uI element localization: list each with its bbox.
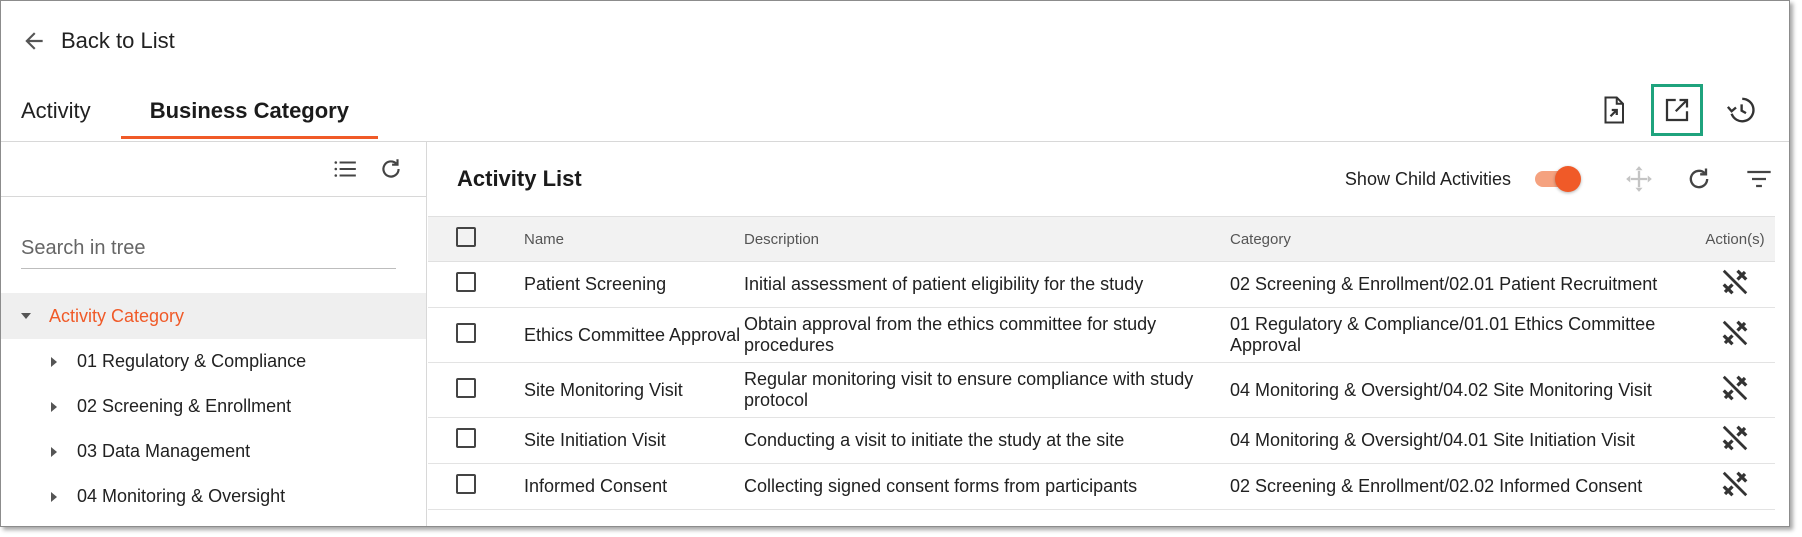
open-external-button[interactable] (1651, 84, 1703, 136)
unlink-icon[interactable] (1720, 423, 1750, 453)
refresh-list-button[interactable] (1669, 154, 1729, 204)
top-actions (1587, 84, 1767, 136)
open-external-icon (1665, 98, 1689, 122)
tree-item-label: 04 Monitoring & Oversight (77, 486, 286, 506)
cell-category: 04 Monitoring & Oversight/04.01 Site Ini… (1230, 430, 1635, 450)
caret-right-icon[interactable] (47, 400, 61, 414)
row-checkbox[interactable] (456, 474, 476, 494)
cell-description: Initial assessment of patient eligibilit… (744, 274, 1144, 294)
arrow-left-icon (25, 32, 43, 50)
cell-name: Patient Screening (524, 274, 667, 294)
cell-name: Site Monitoring Visit (524, 379, 683, 400)
cell-name: Informed Consent (524, 476, 668, 496)
cell-category: 04 Monitoring & Oversight/04.02 Site Mon… (1230, 379, 1652, 400)
caret-right-icon[interactable] (47, 490, 61, 504)
unlink-icon[interactable] (1720, 318, 1750, 348)
table-header-row: Name Description Category Action(s) (428, 216, 1775, 262)
column-header-name[interactable]: Name (524, 217, 744, 262)
caret-right-icon[interactable] (47, 355, 61, 369)
app-window: Back to List Activity Business Category (0, 0, 1790, 527)
activity-list-panel: Activity List Show Child Activities Name… (428, 142, 1789, 526)
cell-description: Conducting a visit to initiate the study… (744, 430, 1125, 450)
move-icon (1626, 166, 1652, 192)
tab-activity[interactable]: Activity (1, 89, 111, 141)
category-tree: Activity Category 01 Regulatory & Compli… (1, 293, 426, 519)
table-row: Site Monitoring Visit Regular monitoring… (428, 363, 1775, 418)
column-header-description[interactable]: Description (744, 217, 1230, 262)
show-child-label: Show Child Activities (1344, 168, 1511, 189)
tree-search-input[interactable] (21, 237, 396, 260)
cell-description: Collecting signed consent forms from par… (744, 476, 1138, 496)
row-checkbox[interactable] (456, 322, 476, 343)
column-header-category[interactable]: Category (1230, 217, 1695, 262)
show-child-toggle[interactable] (1535, 166, 1581, 192)
filter-icon (1747, 170, 1771, 188)
cell-description: Obtain approval from the ethics committe… (744, 314, 1157, 355)
cell-description: Regular monitoring visit to ensure compl… (744, 369, 1194, 410)
activity-table: Name Description Category Action(s) Pati… (428, 216, 1775, 510)
cell-category: 01 Regulatory & Compliance/01.01 Ethics … (1230, 314, 1656, 355)
tree-panel: Activity Category 01 Regulatory & Compli… (1, 142, 427, 526)
unlink-icon[interactable] (1720, 267, 1750, 297)
cell-name: Ethics Committee Approval (524, 324, 741, 345)
back-to-list-link[interactable]: Back to List (21, 25, 175, 57)
filter-button[interactable] (1729, 154, 1789, 204)
export-file-button[interactable] (1587, 84, 1639, 136)
table-row: Patient Screening Initial assessment of … (428, 262, 1775, 308)
activity-list-header: Activity List Show Child Activities (428, 142, 1789, 216)
tree-item[interactable]: 01 Regulatory & Compliance (1, 339, 426, 384)
table-row: Ethics Committee Approval Obtain approva… (428, 308, 1775, 363)
refresh-icon (1689, 168, 1709, 189)
cell-category: 02 Screening & Enrollment/02.01 Patient … (1230, 274, 1658, 294)
panel-title: Activity List (457, 166, 582, 191)
refresh-icon[interactable] (378, 156, 404, 182)
row-checkbox[interactable] (456, 428, 476, 448)
tab-business-category[interactable]: Business Category (120, 89, 379, 141)
tab-bar: Activity Business Category (1, 89, 379, 141)
tree-item-label: Activity Category (49, 305, 185, 326)
tree-item-label: 01 Regulatory & Compliance (77, 351, 307, 371)
unlink-icon[interactable] (1720, 469, 1750, 499)
list-view-icon[interactable] (332, 156, 358, 182)
table-row: Informed Consent Collecting signed conse… (428, 464, 1775, 510)
back-label: Back to List (61, 28, 175, 53)
tree-item-label: 02 Screening & Enrollment (77, 396, 292, 416)
move-button[interactable] (1609, 154, 1669, 204)
tree-item[interactable]: 04 Monitoring & Oversight (1, 474, 426, 519)
export-file-icon (1604, 96, 1624, 124)
tree-item[interactable]: 03 Data Management (1, 429, 426, 474)
cell-name: Site Initiation Visit (524, 430, 666, 450)
history-button[interactable] (1715, 84, 1767, 136)
cell-category: 02 Screening & Enrollment/02.02 Informed… (1230, 476, 1643, 496)
unlink-icon[interactable] (1720, 373, 1750, 403)
caret-right-icon[interactable] (47, 445, 61, 459)
tree-item-label: 03 Data Management (77, 441, 251, 461)
select-all-checkbox[interactable] (456, 227, 476, 247)
tree-item[interactable]: 02 Screening & Enrollment (1, 384, 426, 429)
history-icon (1726, 97, 1755, 123)
tree-toolbar (1, 142, 426, 197)
tree-item-activity-category[interactable]: Activity Category (1, 293, 426, 339)
caret-down-icon[interactable] (19, 309, 33, 323)
column-header-actions: Action(s) (1705, 230, 1765, 248)
row-checkbox[interactable] (456, 377, 476, 398)
list-toolbar: Show Child Activities (1345, 142, 1789, 216)
row-checkbox[interactable] (456, 272, 476, 292)
tree-search-field[interactable] (21, 229, 396, 269)
table-row: Site Initiation Visit Conducting a visit… (428, 418, 1775, 464)
